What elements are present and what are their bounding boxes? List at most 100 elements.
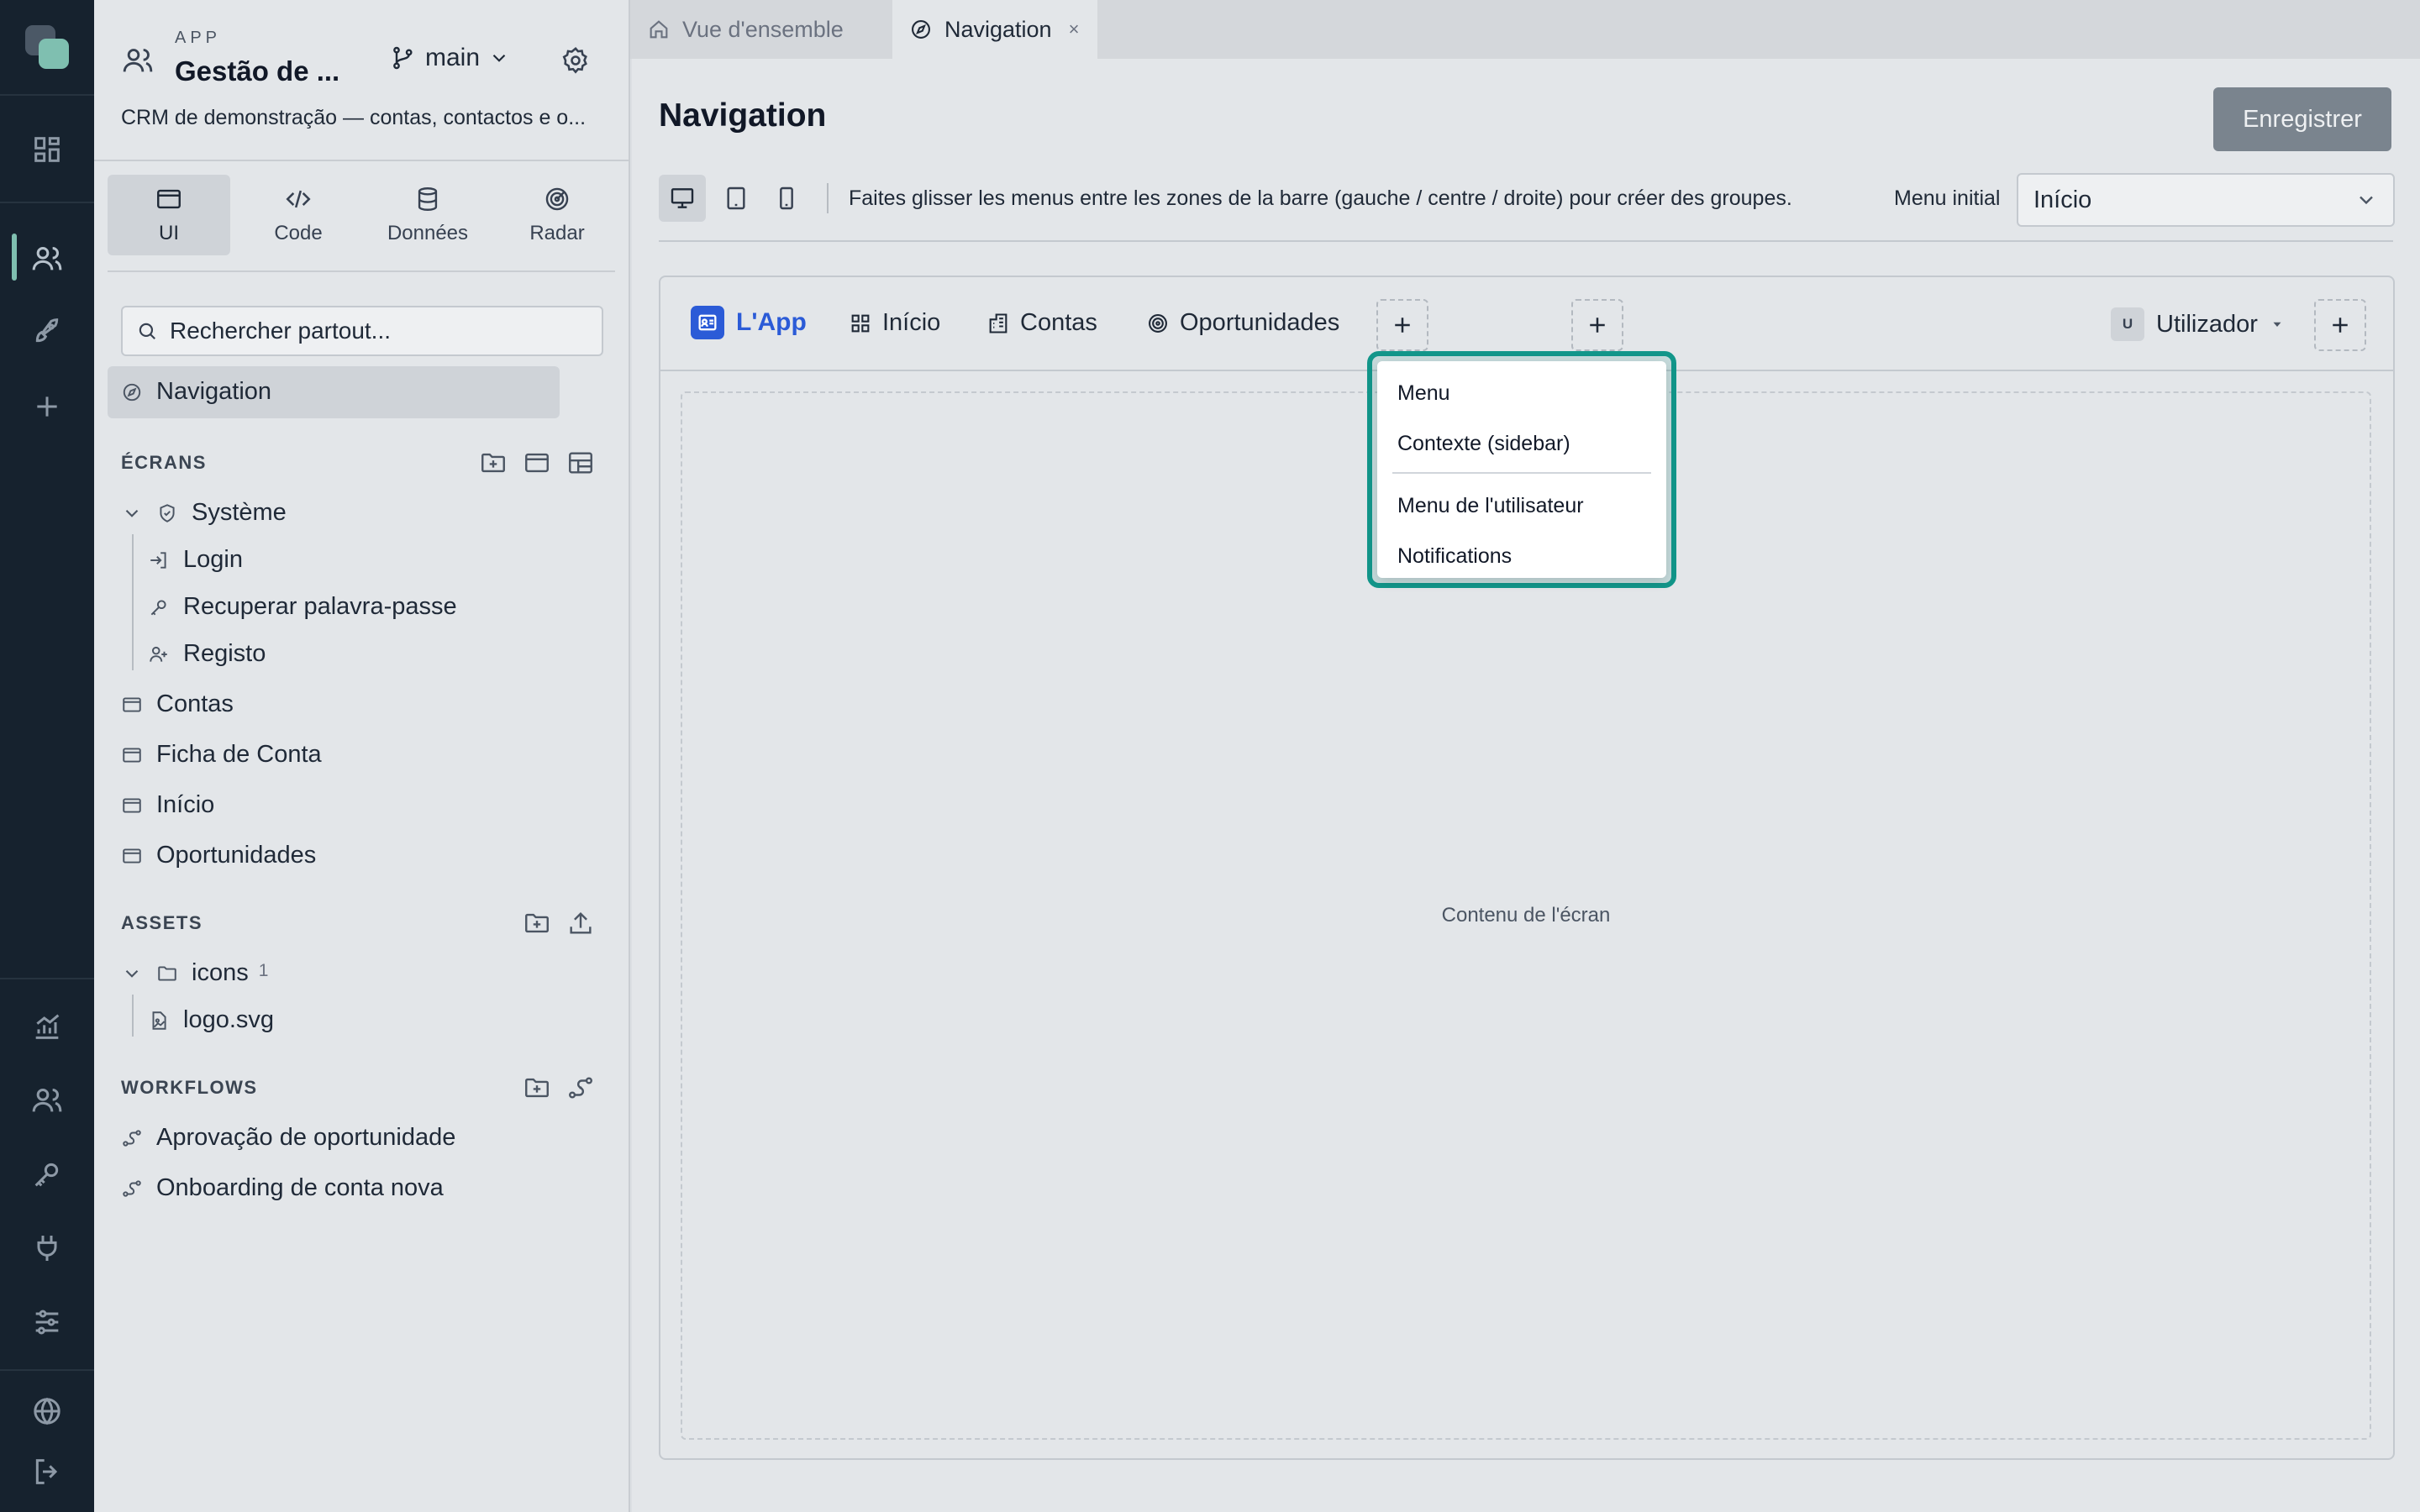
desktop-view-button[interactable]: [659, 175, 706, 222]
login-icon: [150, 551, 166, 569]
dropdown-item-context-sidebar[interactable]: Contexte (sidebar): [1397, 432, 1570, 456]
new-folder-icon[interactable]: [523, 1074, 551, 1102]
new-screen-icon[interactable]: [523, 449, 551, 477]
new-folder-icon[interactable]: [479, 449, 508, 477]
caret-down-icon: [2273, 322, 2281, 327]
sidebar-item-ficha-de-conta[interactable]: Ficha de Conta: [121, 741, 322, 769]
workflow-icon[interactable]: [566, 1074, 595, 1102]
item-label: Aprovação de oportunidade: [156, 1124, 456, 1151]
dropdown-item-notifications[interactable]: Notifications: [1397, 544, 1512, 569]
logout-icon[interactable]: [30, 1455, 64, 1488]
sidebar-item-logo-svg[interactable]: logo.svg: [148, 1006, 274, 1034]
sidebar-item-navigation[interactable]: Navigation: [121, 378, 271, 406]
tab-code[interactable]: Code: [237, 185, 360, 245]
key-icon[interactable]: [30, 1158, 64, 1191]
explorer-sidebar: APP Gestão de ... main CRM de demonstraç…: [94, 0, 630, 1512]
preview-nav-contas[interactable]: Contas: [986, 309, 1097, 337]
tab-label: Données: [387, 222, 469, 244]
users-icon[interactable]: [30, 242, 64, 276]
analytics-icon[interactable]: [30, 1010, 64, 1043]
sidebar-item-login[interactable]: Login: [148, 546, 243, 574]
logo[interactable]: [25, 25, 69, 69]
chevron-down-icon: [125, 509, 139, 517]
upload-icon[interactable]: [566, 909, 595, 937]
window-icon: [123, 797, 141, 813]
dropdown-item-menu[interactable]: Menu: [1397, 381, 1450, 406]
tab-navigation[interactable]: Navigation ×: [892, 0, 1097, 59]
app-kicker: APP: [175, 29, 222, 47]
users-icon: [121, 44, 155, 77]
sidebar-item-oportunidades[interactable]: Oportunidades: [121, 842, 316, 869]
target-icon: [1149, 313, 1167, 333]
sidebar-item-inicio[interactable]: Início: [121, 791, 214, 819]
brand-logo-icon: [691, 306, 724, 339]
mobile-view-button[interactable]: [763, 175, 810, 222]
preview-user-menu[interactable]: U Utilizador: [2111, 307, 2285, 341]
team-icon[interactable]: [30, 1084, 64, 1117]
dropdown-item-user-menu[interactable]: Menu de l'utilisateur: [1397, 494, 1584, 518]
section-title-assets: ASSETS: [121, 912, 203, 933]
initial-menu-select[interactable]: Início: [2017, 173, 2395, 227]
branch-selector[interactable]: main: [390, 44, 510, 72]
layout-icon[interactable]: [566, 449, 595, 477]
tree-folder-icons[interactable]: icons 1: [121, 959, 268, 987]
tree-group-systeme[interactable]: Système: [121, 499, 287, 527]
search-input[interactable]: Rechercher partout...: [121, 306, 603, 356]
window-icon: [123, 848, 141, 864]
initial-menu-label: Menu initial: [1894, 186, 2001, 210]
building-icon: [989, 312, 1007, 333]
tab-label: Radar: [529, 222, 585, 244]
preview-brand[interactable]: L'App: [691, 306, 807, 339]
tab-donnees[interactable]: Données: [366, 185, 489, 245]
preview-nav-oportunidades[interactable]: Oportunidades: [1146, 309, 1339, 337]
search-icon: [139, 323, 155, 339]
chevron-down-icon: [2360, 196, 2373, 205]
app-rail: [0, 0, 94, 1512]
tablet-view-button[interactable]: [713, 175, 760, 222]
item-label: Ficha de Conta: [156, 741, 322, 768]
nav-label: Início: [882, 309, 941, 336]
key-icon: [150, 599, 166, 615]
preview-nav-inicio[interactable]: Início: [849, 309, 940, 337]
section-title-workflows: WORKFLOWS: [121, 1077, 258, 1098]
gear-icon[interactable]: [560, 45, 591, 76]
tab-radar[interactable]: Radar: [496, 185, 618, 245]
close-icon[interactable]: ×: [1069, 18, 1080, 40]
drag-hint: Faites glisser les menus entre les zones…: [849, 186, 1792, 210]
tab-overview[interactable]: Vue d'ensemble: [630, 0, 891, 59]
dashboard-icon[interactable]: [30, 133, 64, 166]
sidebar-item-registo[interactable]: Registo: [148, 640, 266, 668]
toolbar-divider: [827, 183, 829, 213]
item-label: Início: [156, 791, 215, 818]
sliders-icon[interactable]: [30, 1305, 64, 1339]
sidebar-item-contas[interactable]: Contas: [121, 690, 234, 718]
new-folder-icon[interactable]: [523, 909, 551, 937]
save-button[interactable]: Enregistrer: [2213, 87, 2391, 151]
rail-divider: [0, 94, 94, 96]
sidebar-item-workflow[interactable]: Aprovação de oportunidade: [121, 1124, 455, 1152]
rocket-icon[interactable]: [30, 314, 64, 348]
user-plus-icon: [150, 646, 167, 662]
sidebar-item-recuperar[interactable]: Recuperar palavra-passe: [148, 593, 457, 621]
window-icon: [123, 696, 141, 712]
tree-guide: [132, 995, 134, 1037]
user-label: Utilizador: [2156, 310, 2258, 338]
plug-icon[interactable]: [30, 1231, 64, 1265]
item-label: icons: [192, 959, 249, 986]
item-label: Navigation: [156, 378, 272, 405]
monitor-icon: [671, 188, 694, 208]
section-title-screens: ÉCRANS: [121, 452, 207, 473]
add-menu-left-button[interactable]: [1376, 299, 1428, 351]
tab-ui[interactable]: UI: [108, 185, 230, 245]
image-file-icon: [152, 1011, 166, 1030]
add-menu-right-button[interactable]: [2314, 299, 2366, 351]
add-menu-center-button[interactable]: [1571, 299, 1623, 351]
sidebar-item-workflow[interactable]: Onboarding de conta nova: [121, 1174, 444, 1202]
plus-icon[interactable]: [30, 390, 64, 423]
shield-icon: [160, 503, 175, 522]
code-icon: [286, 190, 311, 208]
plus-icon: [2333, 318, 2348, 333]
nav-label: Contas: [1020, 309, 1097, 336]
globe-icon[interactable]: [30, 1394, 64, 1428]
brand-label: L'App: [736, 308, 807, 336]
